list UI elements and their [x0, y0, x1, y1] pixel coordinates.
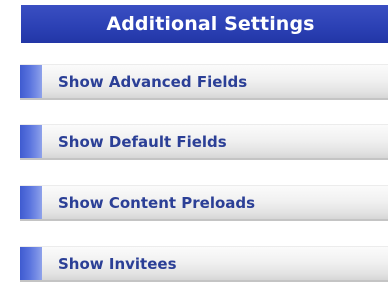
item-label: Show Content Preloads	[58, 193, 256, 212]
show-advanced-fields-button[interactable]: Show Advanced Fields	[20, 64, 388, 100]
item-label: Show Advanced Fields	[58, 72, 248, 91]
show-invitees-button[interactable]: Show Invitees	[20, 246, 388, 282]
additional-settings-panel: Additional Settings Show Advanced Fields…	[0, 0, 388, 284]
show-default-fields-button[interactable]: Show Default Fields	[20, 124, 388, 160]
show-content-preloads-button[interactable]: Show Content Preloads	[20, 185, 388, 221]
item-accent-bar	[20, 186, 42, 219]
item-accent-bar	[20, 65, 42, 98]
item-label: Show Default Fields	[58, 132, 227, 151]
item-label: Show Invitees	[58, 254, 177, 273]
panel-header: Additional Settings	[21, 5, 388, 43]
item-accent-bar	[20, 125, 42, 158]
item-accent-bar	[20, 247, 42, 280]
panel-title: Additional Settings	[106, 13, 315, 35]
